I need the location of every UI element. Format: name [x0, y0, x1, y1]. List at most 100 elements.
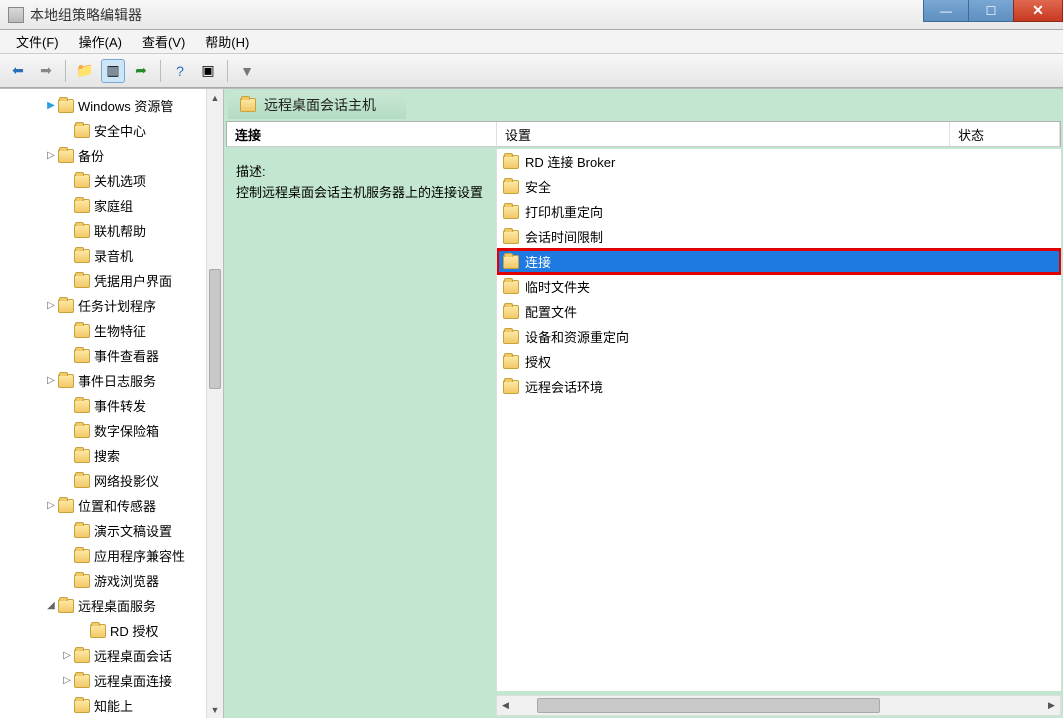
chevron-icon[interactable]: ▷	[44, 150, 58, 161]
menu-help[interactable]: 帮助(H)	[195, 29, 259, 54]
tree-item[interactable]: ▷任务计划程序	[0, 293, 223, 318]
tree-item[interactable]: 游戏浏览器	[0, 568, 223, 593]
window-buttons: — ☐ ✕	[924, 0, 1063, 29]
toolbar-divider	[227, 60, 228, 82]
list-item[interactable]: 设备和资源重定向	[497, 324, 1061, 349]
tree-item[interactable]: 演示文稿设置	[0, 518, 223, 543]
list-item[interactable]: 授权	[497, 349, 1061, 374]
list-item-label: RD 连接 Broker	[525, 152, 615, 171]
tree-item-label: 应用程序兼容性	[94, 546, 185, 565]
list-item-label: 设备和资源重定向	[525, 327, 629, 346]
chevron-icon[interactable]: ▷	[60, 650, 74, 661]
tree-item[interactable]: 事件转发	[0, 393, 223, 418]
chevron-icon[interactable]: ◢	[44, 600, 58, 611]
tree-item[interactable]: ◢ 远程桌面服务	[0, 593, 223, 618]
tree-item[interactable]: ▶Windows 资源管	[0, 93, 223, 118]
folder-icon	[503, 305, 519, 319]
filter-button[interactable]: ▼	[235, 59, 259, 83]
scroll-thumb[interactable]	[209, 269, 221, 389]
column-a[interactable]: 连接	[227, 122, 497, 146]
list-item[interactable]: 会话时间限制	[497, 224, 1061, 249]
help-button[interactable]: ?	[168, 59, 192, 83]
tree-item[interactable]: 家庭组	[0, 193, 223, 218]
hscroll-track[interactable]: ◀ ▶	[496, 695, 1061, 716]
tree-item[interactable]: 事件查看器	[0, 343, 223, 368]
tree-item[interactable]: ▷ 位置和传感器	[0, 493, 223, 518]
list-pane: RD 连接 Broker 安全打印机重定向会话时间限制连接临时文件夹配置文件设备和…	[496, 149, 1061, 691]
tree-item-label: 录音机	[94, 246, 133, 265]
tree-item[interactable]: 数字保险箱	[0, 418, 223, 443]
tree-item[interactable]: 录音机	[0, 243, 223, 268]
folder-icon	[58, 499, 74, 513]
header-tab[interactable]: 远程桌面会话主机	[228, 91, 406, 119]
chevron-icon[interactable]: ▶	[44, 100, 58, 111]
chevron-icon[interactable]: ▷	[44, 375, 58, 386]
tree-item[interactable]: ▷ 备份	[0, 143, 223, 168]
list-item[interactable]: 连接	[497, 249, 1061, 274]
tree-item[interactable]: 网络投影仪	[0, 468, 223, 493]
tree-item[interactable]: 搜索	[0, 443, 223, 468]
tree-item[interactable]: RD 授权	[0, 618, 223, 643]
column-c[interactable]: 状态	[950, 122, 1060, 146]
tree-item-label: 事件查看器	[94, 346, 159, 365]
show-hide-tree-button[interactable]: ▥	[101, 59, 125, 83]
list-item[interactable]: 配置文件	[497, 299, 1061, 324]
menu-view[interactable]: 查看(V)	[132, 29, 195, 54]
close-button[interactable]: ✕	[1013, 0, 1063, 22]
scroll-down-icon[interactable]: ▼	[207, 701, 223, 718]
menu-action[interactable]: 操作(A)	[69, 29, 132, 54]
funnel-icon: ▼	[240, 63, 254, 79]
forward-button[interactable]: ➡	[34, 59, 58, 83]
tree-item[interactable]: 凭据用户界面	[0, 268, 223, 293]
tree-scroll: ▶Windows 资源管安全中心▷备份关机选项家庭组联机帮助录音机凭据用户界面▷…	[0, 89, 223, 718]
folder-icon	[74, 174, 90, 188]
properties-button[interactable]: ▣	[196, 59, 220, 83]
arrow-left-icon: ⬅	[12, 62, 24, 79]
hscroll-thumb[interactable]	[537, 698, 880, 713]
scroll-left-icon[interactable]: ◀	[497, 700, 514, 711]
list-item[interactable]: RD 连接 Broker	[497, 149, 1061, 174]
panel-icon: ▥	[106, 62, 119, 79]
list-item[interactable]: 远程会话环境	[497, 374, 1061, 399]
tree-item[interactable]: ▷事件日志服务	[0, 368, 223, 393]
tree-item[interactable]: 应用程序兼容性	[0, 543, 223, 568]
menu-file[interactable]: 文件(F)	[6, 29, 69, 54]
list-item[interactable]: 安全	[497, 174, 1061, 199]
tree-item-label: 远程桌面会话	[94, 646, 172, 665]
tree-item[interactable]: 联机帮助	[0, 218, 223, 243]
tree-item[interactable]: ▷ 远程桌面会话	[0, 643, 223, 668]
tree-item-label: 备份	[78, 146, 104, 165]
chevron-icon[interactable]: ▷	[60, 675, 74, 686]
folder-icon	[503, 180, 519, 194]
tree-item[interactable]: ▷远程桌面连接	[0, 668, 223, 693]
scroll-up-icon[interactable]: ▲	[207, 89, 223, 106]
right-pane: 远程桌面会话主机 连接 设置 状态 描述: 控制远程桌面会话主机服务器上的连接设…	[224, 89, 1063, 718]
tree-item-label: 位置和传感器	[78, 496, 156, 515]
tree-item[interactable]: 生物特征	[0, 318, 223, 343]
chevron-icon[interactable]: ▷	[44, 300, 58, 311]
back-button[interactable]: ⬅	[6, 59, 30, 83]
minimize-button[interactable]: —	[923, 0, 969, 22]
chevron-icon[interactable]: ▷	[44, 500, 58, 511]
list-item-label: 打印机重定向	[525, 202, 603, 221]
up-button[interactable]: 📁	[73, 59, 97, 83]
tree-scrollbar[interactable]: ▲ ▼	[206, 89, 223, 718]
folder-icon	[240, 98, 256, 112]
list-item[interactable]: 打印机重定向	[497, 199, 1061, 224]
list-item[interactable]: 临时文件夹	[497, 274, 1061, 299]
tree-item[interactable]: 知能上	[0, 693, 223, 718]
list-item-label: 授权	[525, 352, 551, 371]
desc-heading: 描述:	[236, 161, 486, 180]
folder-icon	[74, 399, 90, 413]
tree-item-label: 演示文稿设置	[94, 521, 172, 540]
folder-icon	[503, 155, 519, 169]
desc-body: 控制远程桌面会话主机服务器上的连接设置	[236, 182, 486, 201]
tree-item-label: 远程桌面服务	[78, 596, 156, 615]
tree-item[interactable]: 关机选项	[0, 168, 223, 193]
scroll-right-icon[interactable]: ▶	[1043, 700, 1060, 711]
column-b[interactable]: 设置	[497, 122, 950, 146]
export-button[interactable]: ➦	[129, 59, 153, 83]
header-tab-label: 远程桌面会话主机	[264, 95, 376, 115]
maximize-button[interactable]: ☐	[968, 0, 1014, 22]
tree-item[interactable]: 安全中心	[0, 118, 223, 143]
